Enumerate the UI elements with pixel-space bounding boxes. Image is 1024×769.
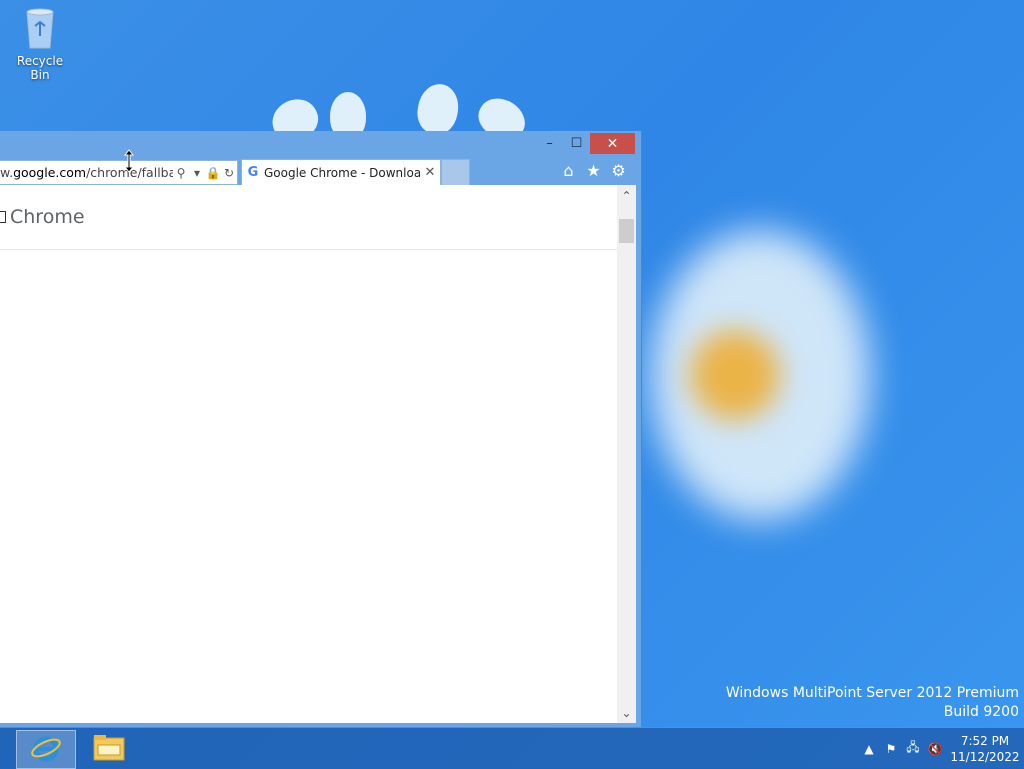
search-icon[interactable]: ⚲ <box>173 166 189 180</box>
clock[interactable]: 7:52 PM 11/12/2022 <box>946 733 1024 765</box>
recycle-bin-icon <box>23 6 57 50</box>
scroll-up-icon[interactable]: ⌃ <box>617 185 636 206</box>
tab-close-icon[interactable]: ✕ <box>420 165 440 180</box>
refresh-icon[interactable]: ↻ <box>221 166 237 180</box>
tab-google-chrome[interactable]: G Google Chrome - Downloa... ✕ <box>241 159 441 185</box>
taskbar: ▲ ⚑ 🖧 🔇 7:52 PM 11/12/2022 <box>0 727 1024 769</box>
clock-date: 11/12/2022 <box>950 749 1020 764</box>
address-url[interactable]: w.google.com/chrome/fallbac <box>0 165 173 180</box>
google-favicon-icon: G <box>247 165 259 180</box>
scroll-down-icon[interactable]: ⌄ <box>617 702 636 723</box>
minimize-icon: – <box>546 136 553 151</box>
close-icon: ✕ <box>606 135 619 152</box>
home-icon[interactable]: ⌂ <box>558 159 579 181</box>
window-controls: – ☐ ✕ <box>536 133 635 154</box>
minimize-button[interactable]: – <box>536 133 563 154</box>
recycle-bin-desktop-icon[interactable]: Recycle Bin <box>6 6 74 82</box>
maximize-button[interactable]: ☐ <box>563 133 590 154</box>
maximize-icon: ☐ <box>570 136 583 151</box>
scroll-thumb[interactable] <box>619 219 634 243</box>
show-hidden-icons-icon[interactable]: ▲ <box>858 738 880 760</box>
os-watermark: Windows MultiPoint Server 2012 Premium B… <box>726 684 1019 722</box>
page-content[interactable]: Chrome <box>0 185 617 723</box>
watermark-build: Build 9200 <box>943 704 1019 720</box>
vertical-scrollbar[interactable]: ⌃ ⌄ <box>617 185 636 723</box>
new-tab-button[interactable] <box>441 159 470 185</box>
page-brand-title: Chrome <box>10 206 85 228</box>
internet-explorer-icon <box>30 732 62 768</box>
dropdown-arrow-icon[interactable]: ▾ <box>189 166 205 180</box>
settings-gear-icon[interactable]: ⚙ <box>608 159 629 181</box>
network-icon[interactable]: 🖧 <box>902 738 924 760</box>
clock-time: 7:52 PM <box>960 733 1010 748</box>
browser-window[interactable]: – ☐ ✕ w.google.com/chrome/fallbac ⚲ ▾ 🔒 … <box>0 131 642 727</box>
taskbar-file-explorer[interactable] <box>80 730 138 767</box>
browser-toolbar: ⌂ ★ ⚙ <box>558 159 629 181</box>
system-tray: ▲ ⚑ 🖧 🔇 7:52 PM 11/12/2022 <box>858 728 1024 769</box>
close-button[interactable]: ✕ <box>590 133 635 154</box>
favorites-star-icon[interactable]: ★ <box>583 159 604 181</box>
folder-icon <box>92 732 126 766</box>
recycle-bin-label: Recycle Bin <box>16 54 64 82</box>
volume-muted-icon[interactable]: 🔇 <box>924 738 946 760</box>
resize-cursor-icon <box>123 149 135 173</box>
action-center-flag-icon[interactable]: ⚑ <box>880 738 902 760</box>
taskbar-internet-explorer[interactable] <box>16 730 76 769</box>
page-header: Chrome <box>0 185 617 250</box>
address-bar[interactable]: w.google.com/chrome/fallbac ⚲ ▾ 🔒 ↻ <box>0 160 238 185</box>
tab-title: Google Chrome - Downloa... <box>264 165 420 180</box>
watermark-edition: Windows MultiPoint Server 2012 Premium <box>725 685 1019 701</box>
lock-icon[interactable]: 🔒 <box>205 166 221 180</box>
